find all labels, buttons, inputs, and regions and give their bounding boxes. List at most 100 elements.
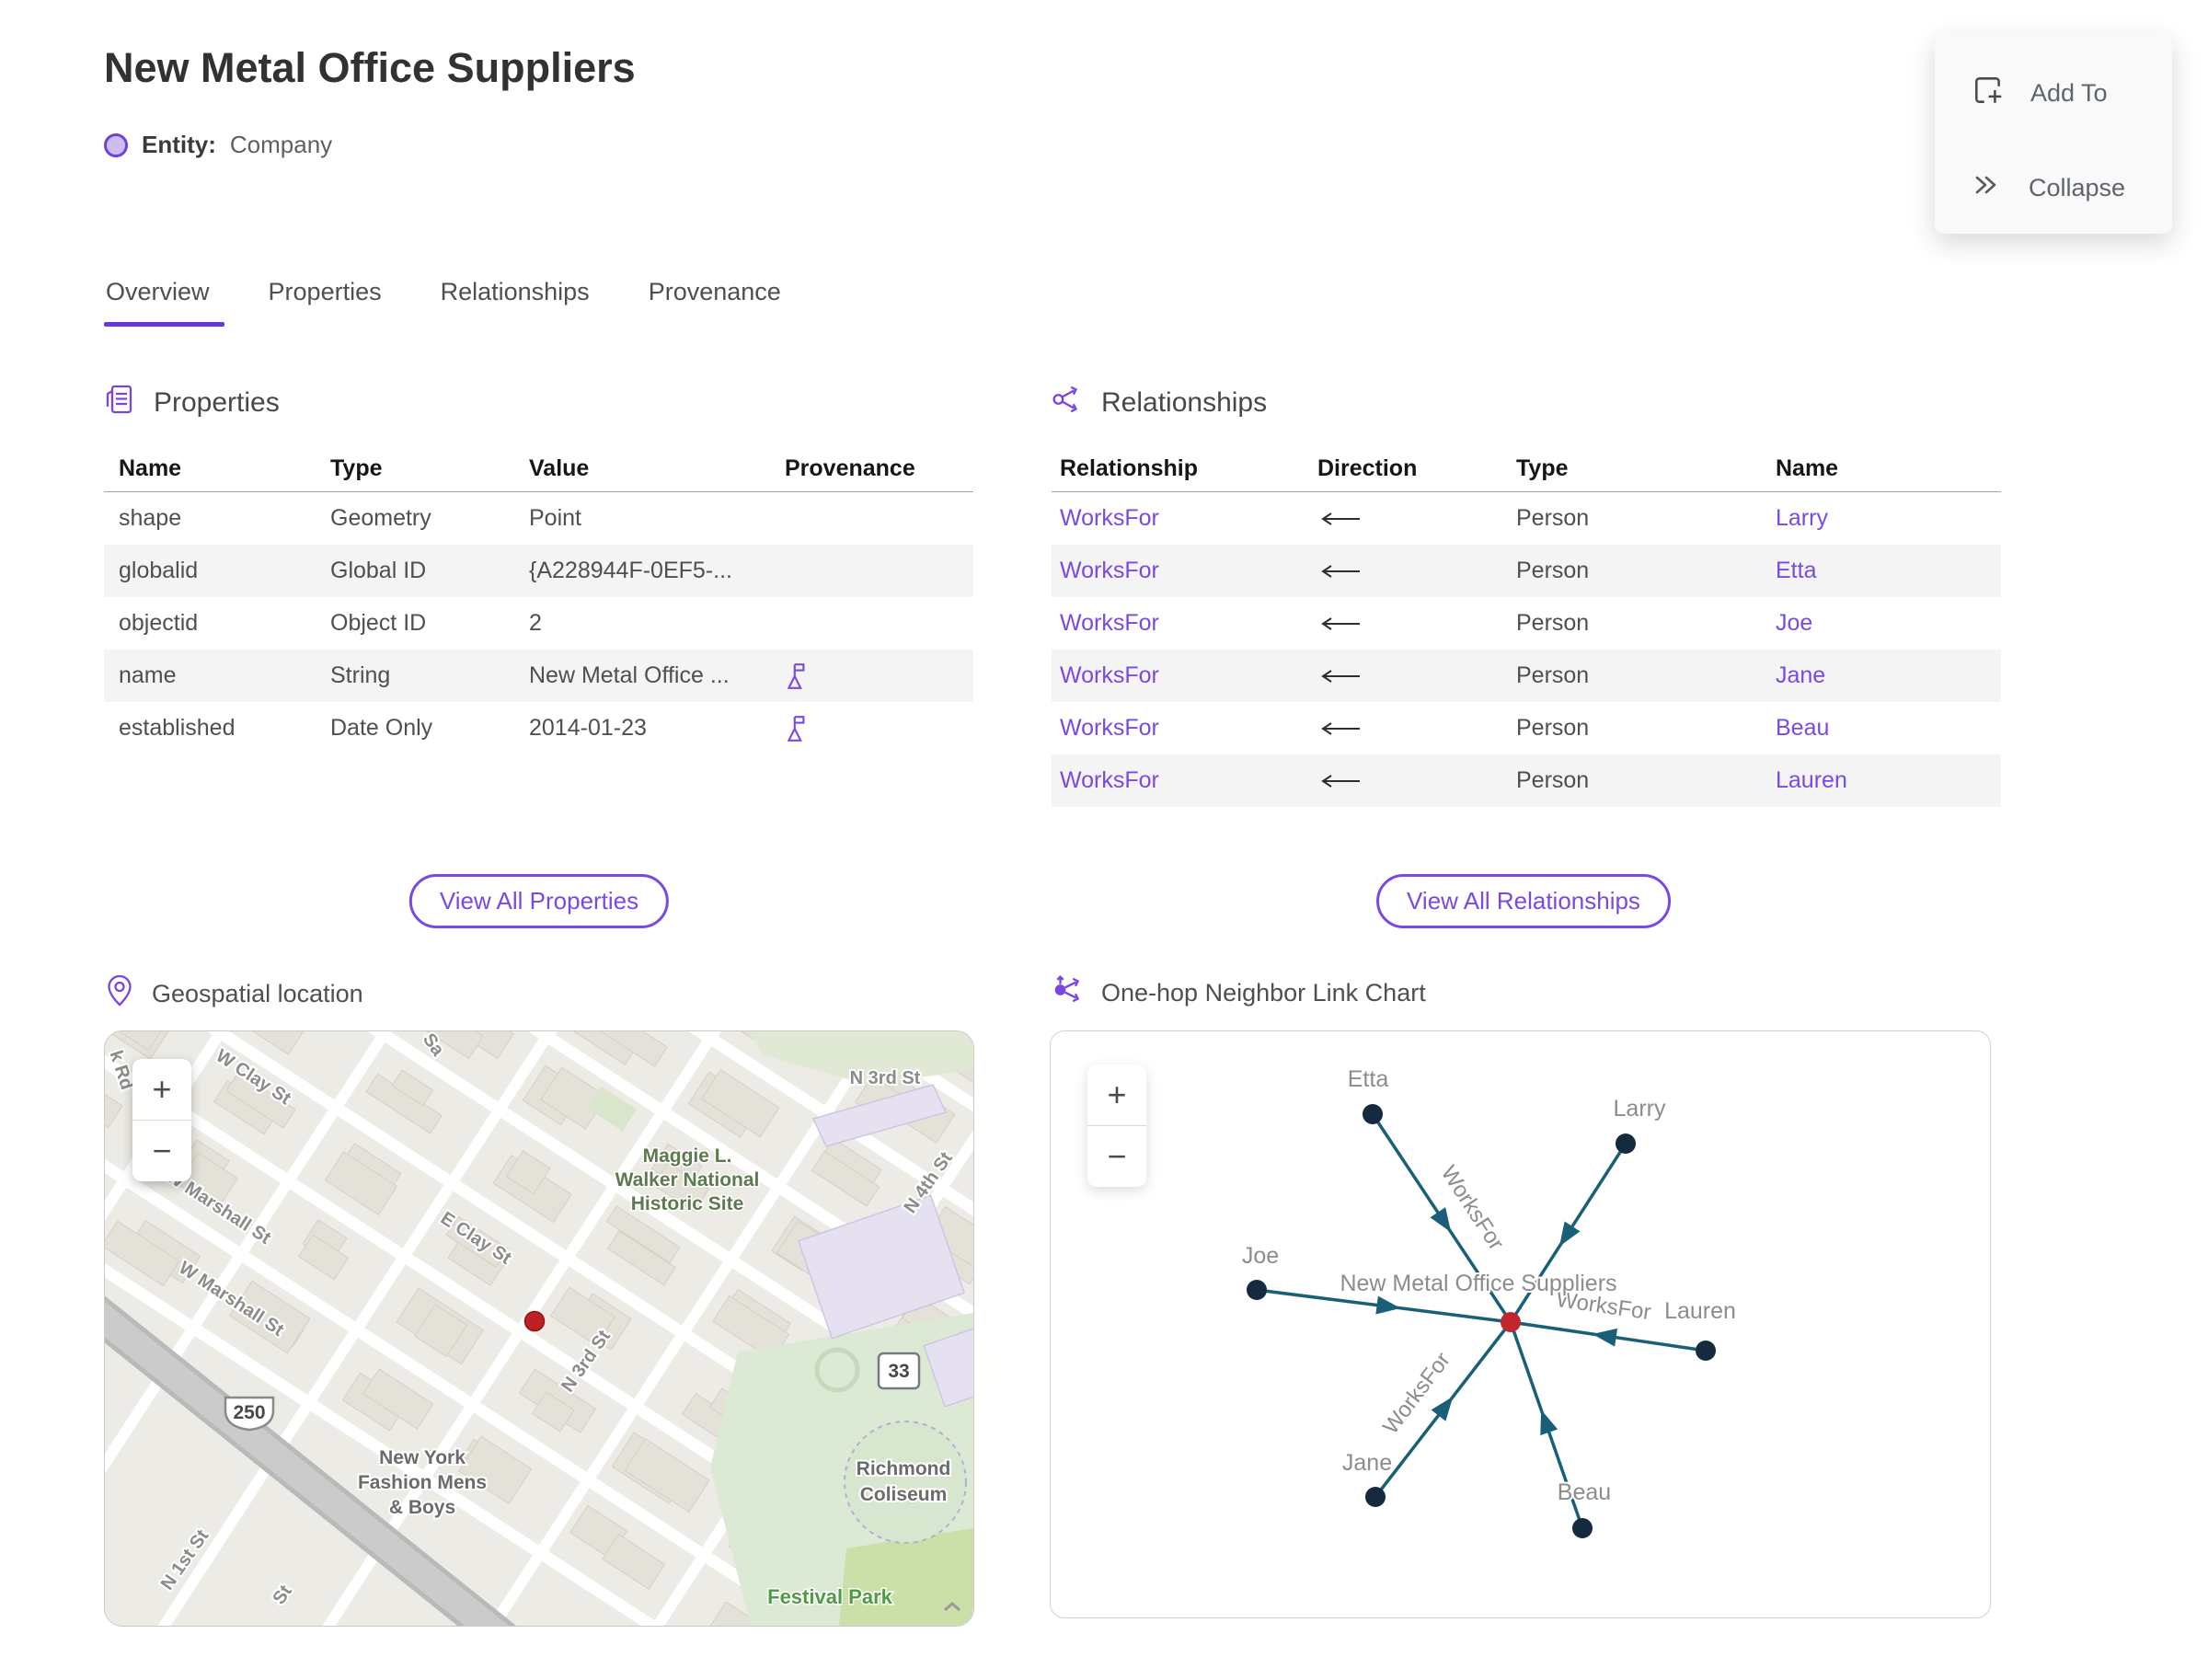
table-row[interactable]: shape Geometry Point: [104, 492, 973, 545]
related-type: Person: [1516, 662, 1590, 688]
provenance-flag-icon[interactable]: [785, 662, 973, 691]
chart-node-lauren[interactable]: [1696, 1341, 1716, 1361]
map-label: Festival Park: [767, 1585, 893, 1608]
view-all-relationships-button[interactable]: View All Relationships: [1376, 874, 1671, 928]
add-to-button[interactable]: Add To: [1972, 74, 2108, 113]
chart-zoom-control: + −: [1087, 1064, 1146, 1187]
relationships-table-header: Relationship Direction Type Name: [1052, 445, 2001, 492]
relationship-link[interactable]: WorksFor: [1060, 662, 1317, 689]
chart-node-etta[interactable]: [1363, 1104, 1383, 1124]
table-row[interactable]: name String New Metal Office ...: [104, 650, 973, 702]
relationship-link[interactable]: WorksFor: [1060, 767, 1317, 794]
prop-type: Geometry: [330, 505, 431, 531]
direction-left-arrow-icon: [1317, 512, 1516, 526]
related-type: Person: [1516, 505, 1590, 531]
chart-node-jane[interactable]: [1365, 1487, 1386, 1507]
one-hop-icon: [1052, 973, 1085, 1013]
map-label: Maggie L.: [643, 1145, 732, 1167]
table-row[interactable]: WorksFor Person Etta: [1052, 545, 2001, 597]
prop-type: Date Only: [330, 715, 433, 741]
route-shield-250: 250: [224, 1396, 275, 1432]
collapse-label: Collapse: [2029, 174, 2126, 201]
table-row[interactable]: WorksFor Person Joe: [1052, 597, 2001, 650]
svg-text:250: 250: [233, 1402, 265, 1423]
map-location-marker[interactable]: [523, 1310, 546, 1332]
chart-node-label: Lauren: [1664, 1298, 1736, 1324]
add-to-label: Add To: [2030, 79, 2108, 107]
map-canvas[interactable]: 250 33 W Clay StE Clay StW Marshall StW …: [105, 1031, 973, 1626]
view-all-properties-button[interactable]: View All Properties: [408, 874, 670, 928]
table-row[interactable]: objectid Object ID 2: [104, 597, 973, 650]
link-chart-card: WorksFor WorksFor WorksFor Etta Larry Joe Laur…: [1050, 1030, 1991, 1618]
chart-center-label: New Metal Office Suppliers: [1340, 1271, 1616, 1296]
chart-node-beau[interactable]: [1572, 1518, 1593, 1538]
chart-edge-arrow: [1430, 1207, 1452, 1233]
related-entity-link[interactable]: Etta: [1776, 558, 2001, 584]
prop-type: String: [330, 662, 391, 688]
svg-text:33: 33: [888, 1361, 909, 1382]
related-entity-link[interactable]: Joe: [1776, 610, 2001, 637]
tab-provenance[interactable]: Provenance: [649, 278, 781, 323]
chart-node-label: Etta: [1348, 1066, 1389, 1092]
chart-node-joe[interactable]: [1247, 1280, 1267, 1300]
add-to-icon: [1972, 74, 2005, 113]
chart-edge-label: WorksFor: [1436, 1161, 1509, 1255]
table-row[interactable]: established Date Only 2014-01-23: [104, 702, 973, 754]
prop-value: {A228944F-0EF5-...: [529, 558, 732, 583]
chart-node-center[interactable]: [1501, 1312, 1521, 1332]
direction-left-arrow-icon: [1317, 669, 1516, 684]
table-row[interactable]: WorksFor Person Beau: [1052, 702, 2001, 754]
tab-relationships[interactable]: Relationships: [441, 278, 590, 323]
prop-type: Global ID: [330, 558, 427, 583]
chart-node-larry[interactable]: [1616, 1133, 1636, 1154]
prop-name: name: [119, 662, 177, 688]
chart-node-label: Jane: [1342, 1450, 1392, 1476]
related-entity-link[interactable]: Lauren: [1776, 767, 2001, 794]
provenance-flag-icon[interactable]: [785, 714, 973, 743]
direction-left-arrow-icon: [1317, 774, 1516, 788]
related-type: Person: [1516, 558, 1590, 583]
direction-left-arrow-icon: [1317, 564, 1516, 579]
collapse-button[interactable]: Collapse: [1972, 169, 2125, 207]
actions-panel: Add To Collapse: [1935, 33, 2172, 234]
col-type: Type: [330, 455, 383, 481]
entity-label: Entity:: [142, 131, 216, 158]
map-zoom-control: + −: [132, 1059, 191, 1181]
related-entity-link[interactable]: Larry: [1776, 505, 2001, 532]
chart-node-label: Beau: [1558, 1479, 1611, 1505]
col-type: Type: [1516, 455, 1569, 481]
related-type: Person: [1516, 610, 1590, 636]
col-name: Name: [119, 455, 182, 481]
map-card: 250 33 W Clay St E Clay St W Marshall St W …: [104, 1030, 974, 1627]
relationships-section-title: Relationships: [1101, 387, 1268, 418]
map-zoom-in-button[interactable]: +: [132, 1059, 191, 1120]
tab-properties[interactable]: Properties: [269, 278, 382, 323]
map-label: N 3rd St: [850, 1068, 921, 1088]
table-row[interactable]: WorksFor Person Jane: [1052, 650, 2001, 702]
table-row[interactable]: WorksFor Person Larry: [1052, 492, 2001, 545]
col-relationship: Relationship: [1060, 455, 1199, 481]
relationship-link[interactable]: WorksFor: [1060, 505, 1317, 532]
map-zoom-out-button[interactable]: −: [132, 1120, 191, 1181]
related-entity-link[interactable]: Jane: [1776, 662, 2001, 689]
relationship-link[interactable]: WorksFor: [1060, 558, 1317, 584]
map-label: Historic Site: [631, 1193, 744, 1214]
related-entity-link[interactable]: Beau: [1776, 715, 2001, 742]
chart-edge-arrow: [1558, 1221, 1581, 1247]
direction-left-arrow-icon: [1317, 616, 1516, 631]
route-shield-33: 33: [877, 1352, 921, 1390]
link-chart-icon: [1052, 383, 1085, 423]
relationship-link[interactable]: WorksFor: [1060, 610, 1317, 637]
related-type: Person: [1516, 767, 1590, 793]
table-row[interactable]: globalid Global ID {A228944F-0EF5-...: [104, 545, 973, 597]
map-label: Richmond: [857, 1458, 951, 1479]
map-attribution-toggle[interactable]: [935, 1591, 970, 1622]
table-row[interactable]: WorksFor Person Lauren: [1052, 754, 2001, 807]
tab-overview[interactable]: Overview: [104, 278, 224, 327]
link-chart-canvas[interactable]: WorksForWorksForWorksForEttaLarryJoeLaur…: [1051, 1031, 1990, 1617]
relationship-link[interactable]: WorksFor: [1060, 715, 1317, 742]
chart-zoom-in-button[interactable]: +: [1087, 1064, 1146, 1125]
map-label: New York: [379, 1447, 466, 1468]
chart-zoom-out-button[interactable]: −: [1087, 1125, 1146, 1187]
map-label: Fashion Mens: [358, 1472, 487, 1493]
